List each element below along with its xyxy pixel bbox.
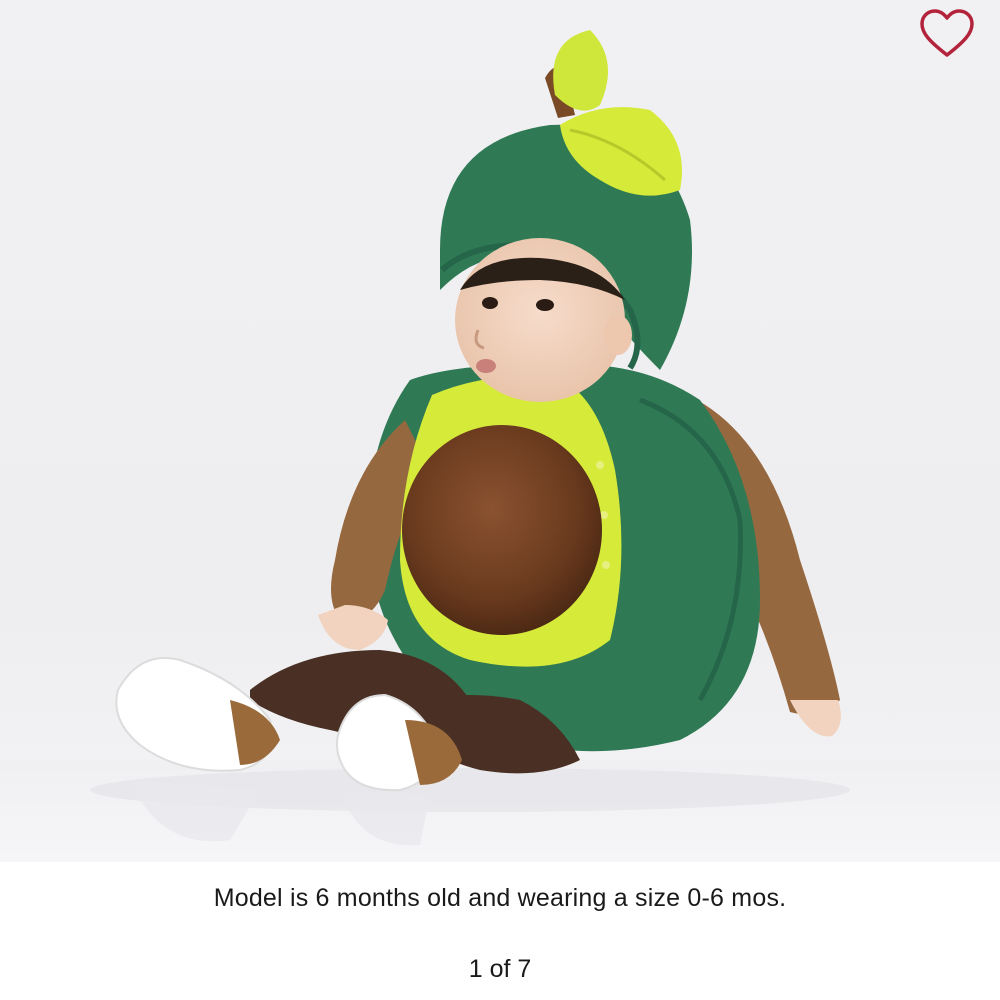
image-caption: Model is 6 months old and wearing a size… bbox=[213, 884, 787, 912]
product-photo[interactable] bbox=[0, 0, 1000, 862]
favorite-button[interactable] bbox=[912, 2, 982, 66]
image-counter: 1 of 7 bbox=[468, 955, 532, 983]
product-image-viewer: Model is 6 months old and wearing a size… bbox=[0, 0, 1000, 1000]
heart-outline-icon bbox=[920, 9, 974, 57]
baby-avocado-costume-illustration bbox=[0, 30, 1000, 862]
